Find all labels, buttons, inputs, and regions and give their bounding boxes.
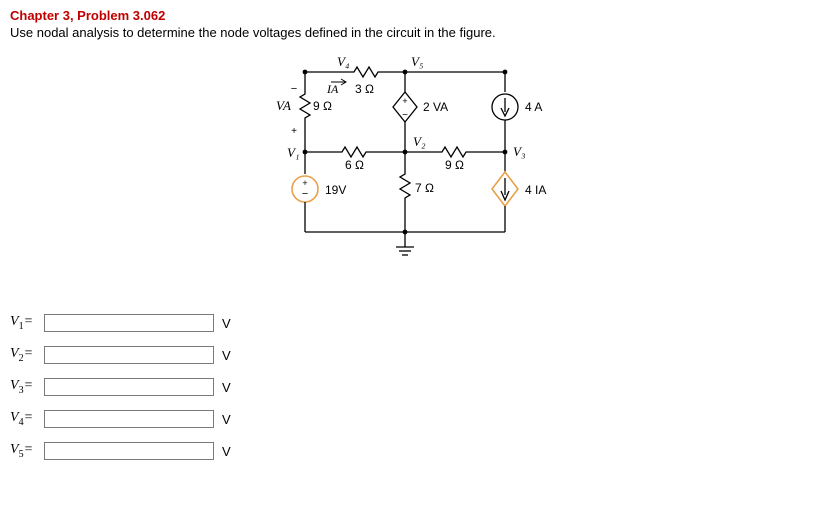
svg-text:+: + bbox=[402, 96, 407, 106]
answer-block: V1= V V2= V V3= V V4= V V5= V bbox=[10, 312, 809, 462]
answer-row-v5: V5= V bbox=[10, 440, 809, 462]
answer-label-v3: V3= bbox=[10, 378, 44, 396]
chapter-title: Chapter 3, Problem 3.062 bbox=[10, 8, 809, 23]
label-v2: V₂ bbox=[413, 134, 426, 149]
answer-input-v3[interactable] bbox=[44, 378, 214, 396]
label-r6: 6 Ω bbox=[345, 158, 364, 172]
svg-text:−: − bbox=[301, 188, 307, 200]
answer-input-v4[interactable] bbox=[44, 410, 214, 428]
label-r9: 9 Ω bbox=[313, 99, 332, 113]
svg-text:+: + bbox=[302, 178, 307, 188]
answer-label-v2: V2= bbox=[10, 346, 44, 364]
answer-label-v5: V5= bbox=[10, 442, 44, 460]
answer-unit: V bbox=[222, 412, 231, 427]
svg-text:−: − bbox=[290, 83, 296, 95]
label-r7: 7 Ω bbox=[415, 181, 434, 195]
answer-input-v5[interactable] bbox=[44, 442, 214, 460]
label-r3: 3 Ω bbox=[355, 82, 374, 96]
answer-row-v2: V2= V bbox=[10, 344, 809, 366]
answer-row-v1: V1= V bbox=[10, 312, 809, 334]
answer-input-v1[interactable] bbox=[44, 314, 214, 332]
answer-input-v2[interactable] bbox=[44, 346, 214, 364]
label-r9b: 9 Ω bbox=[445, 158, 464, 172]
svg-text:+: + bbox=[291, 126, 297, 137]
label-va: VA bbox=[276, 98, 291, 113]
label-4a: 4 A bbox=[525, 100, 542, 114]
label-ia: IA bbox=[326, 82, 339, 96]
label-v4: V₄ bbox=[337, 54, 350, 69]
answer-unit: V bbox=[222, 348, 231, 363]
label-v1: V₁ bbox=[287, 145, 299, 160]
answer-row-v4: V4= V bbox=[10, 408, 809, 430]
answer-label-v4: V4= bbox=[10, 410, 44, 428]
svg-text:−: − bbox=[402, 110, 408, 121]
label-depv: 2 VA bbox=[423, 100, 448, 114]
label-depi: 4 IA bbox=[525, 183, 546, 197]
answer-label-v1: V1= bbox=[10, 314, 44, 332]
circuit-diagram: + − + − − + V₄ V₅ IA 3 Ω bbox=[10, 52, 809, 282]
label-v3: V₃ bbox=[513, 144, 525, 159]
label-19v: 19V bbox=[325, 183, 346, 197]
problem-statement: Use nodal analysis to determine the node… bbox=[10, 25, 809, 40]
answer-unit: V bbox=[222, 444, 231, 459]
answer-row-v3: V3= V bbox=[10, 376, 809, 398]
label-v5: V₅ bbox=[411, 54, 423, 69]
answer-unit: V bbox=[222, 316, 231, 331]
answer-unit: V bbox=[222, 380, 231, 395]
